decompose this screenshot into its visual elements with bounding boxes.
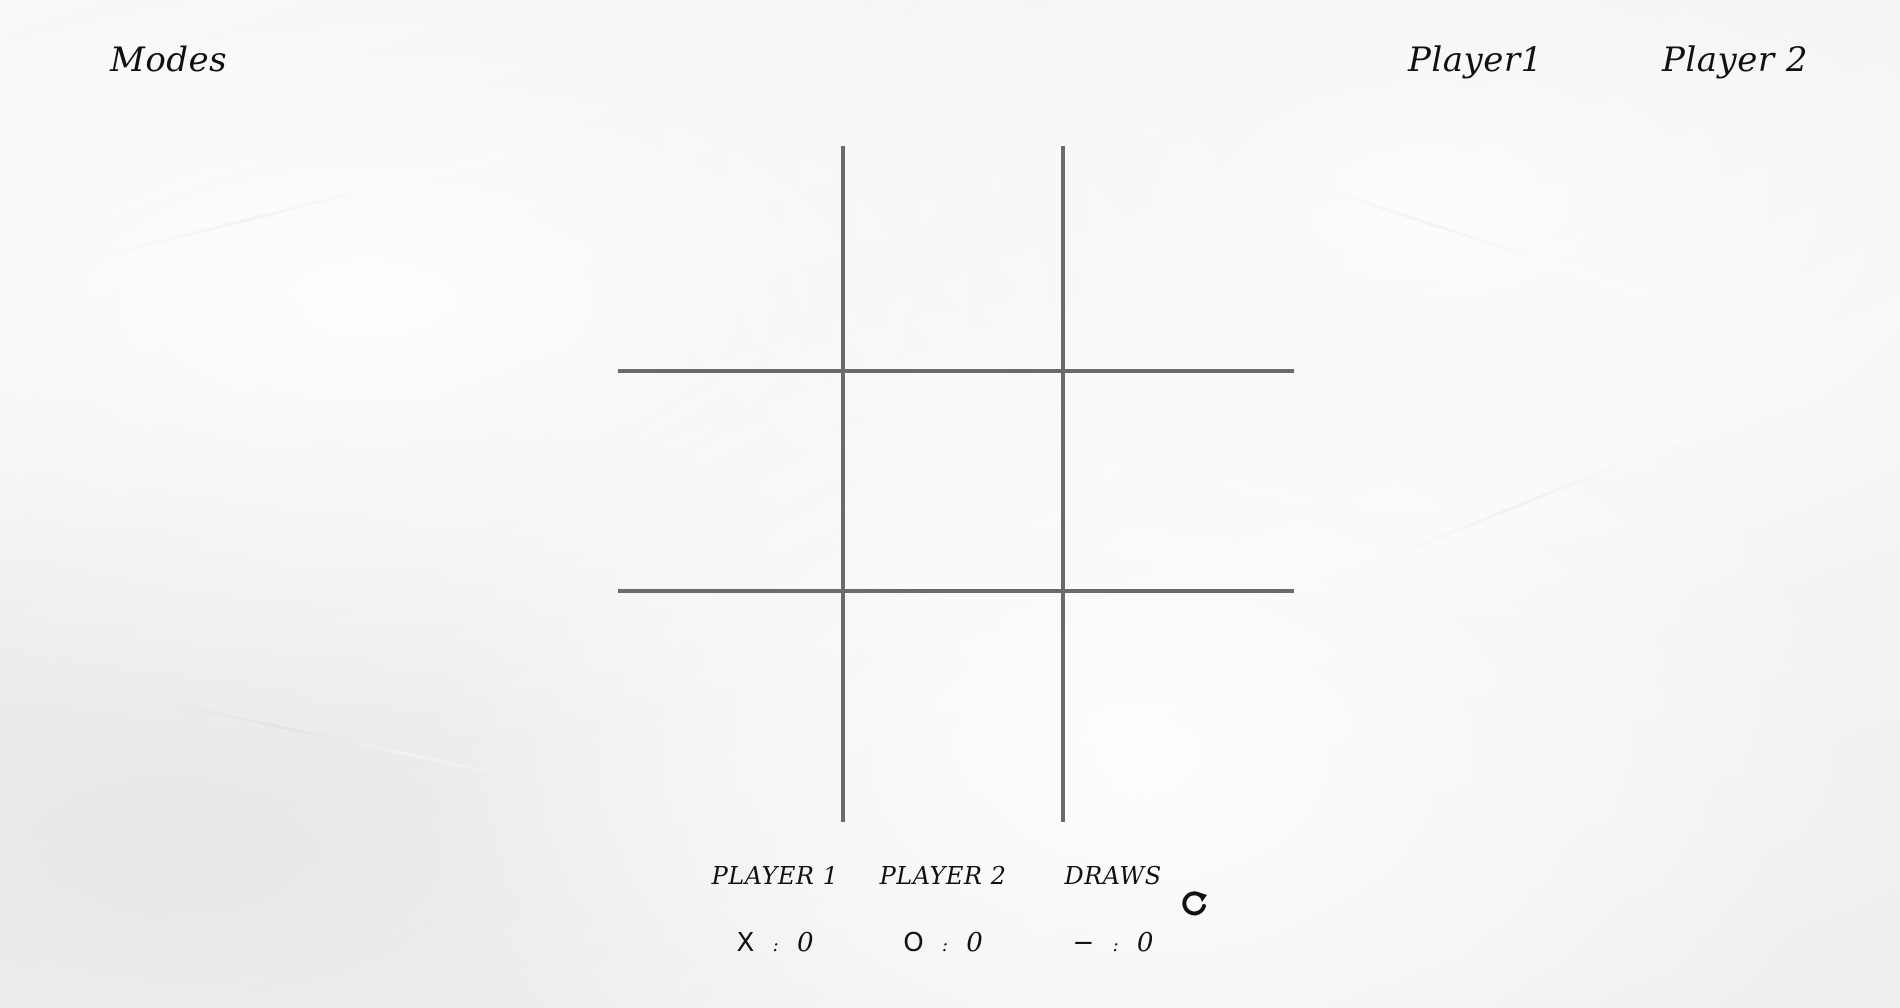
board-cell-2[interactable] (843, 146, 1068, 371)
player1-score-row: X : 0 (690, 928, 860, 958)
board-cell-3[interactable] (1068, 146, 1293, 371)
player2-score-value: 0 (966, 928, 983, 958)
scoreboard: PLAYER 1 X : 0 PLAYER 2 O : 0 DRAWS − : … (690, 862, 1250, 982)
game-board (618, 146, 1294, 822)
player1-score-column: PLAYER 1 X : 0 (690, 862, 860, 958)
modes-menu-button[interactable]: Modes (110, 40, 227, 80)
board-cell-5[interactable] (843, 371, 1068, 596)
score-separator: : (772, 935, 779, 956)
player2-score-row: O : 0 (858, 928, 1028, 958)
player1-score-label: PLAYER 1 (711, 862, 839, 890)
restart-icon (1182, 891, 1207, 916)
paper-crease (79, 134, 585, 263)
draws-score-label: DRAWS (1064, 862, 1162, 890)
player1-name-button[interactable]: Player1 (1408, 40, 1543, 80)
draws-score-row: − : 0 (1028, 928, 1198, 958)
board-cell-8[interactable] (843, 596, 1068, 821)
x-symbol-icon: X (736, 928, 755, 958)
paper-crease (159, 700, 533, 782)
score-separator: : (1112, 935, 1119, 956)
player2-name-button[interactable]: Player 2 (1662, 40, 1808, 80)
player1-score-value: 0 (796, 928, 814, 958)
board-cell-4[interactable] (618, 371, 843, 596)
board-cell-1[interactable] (618, 146, 843, 371)
board-cell-9[interactable] (1068, 596, 1293, 821)
board-cell-7[interactable] (618, 596, 843, 821)
paper-crease (1299, 180, 1700, 313)
player2-score-label: PLAYER 2 (879, 862, 1007, 890)
draws-score-value: 0 (1136, 928, 1154, 958)
draws-score-column: DRAWS − : 0 (1028, 862, 1198, 958)
dash-symbol-icon: − (1072, 928, 1095, 958)
paper-crease (1379, 387, 1808, 563)
board-cell-6[interactable] (1068, 371, 1293, 596)
o-symbol-icon: O (903, 928, 924, 958)
player2-score-column: PLAYER 2 O : 0 (858, 862, 1028, 958)
score-separator: : (941, 935, 948, 956)
restart-button[interactable] (1176, 886, 1212, 922)
